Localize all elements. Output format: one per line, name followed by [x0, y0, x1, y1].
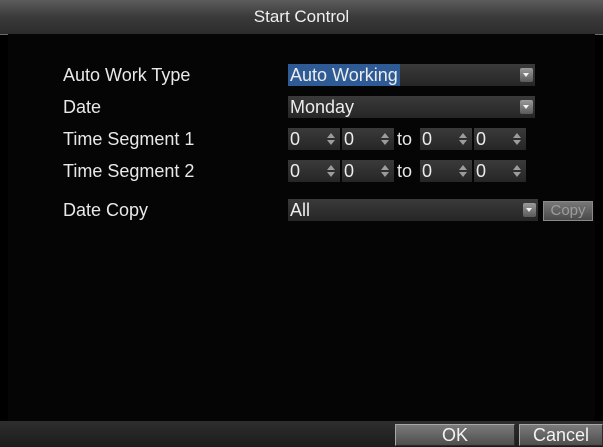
spinner-value: 0: [344, 161, 355, 181]
date-copy-label: Date Copy: [63, 200, 149, 220]
segment-1-start-hour-spinner[interactable]: 0: [288, 128, 340, 150]
spinner-value: 0: [476, 161, 487, 181]
start-control-dialog: Start Control Auto Work Type Auto Workin…: [0, 0, 603, 447]
copy-button[interactable]: Copy: [543, 201, 593, 221]
spinner-value: 0: [476, 129, 487, 149]
date-copy-value: All: [290, 200, 311, 220]
footer-bar: OK Cancel: [0, 421, 603, 447]
spin-arrows-icon[interactable]: [513, 163, 523, 179]
chevron-down-icon[interactable]: [520, 100, 533, 114]
segment-2-start-minute-spinner[interactable]: 0: [342, 160, 394, 182]
spinner-value: 0: [422, 161, 433, 181]
dialog-title: Start Control: [0, 0, 603, 35]
spin-arrows-icon[interactable]: [381, 163, 391, 179]
spinner-value: 0: [290, 161, 301, 181]
spinner-value: 0: [344, 129, 355, 149]
time-segment-1-row: Time Segment 1 0 0 to 0 0: [8, 126, 595, 152]
date-copy-row: Date Copy All Copy: [8, 197, 595, 223]
spin-arrows-icon[interactable]: [459, 163, 469, 179]
segment-2-start-hour-spinner[interactable]: 0: [288, 160, 340, 182]
chevron-down-icon[interactable]: [523, 203, 536, 217]
spinner-value: 0: [290, 129, 301, 149]
spin-arrows-icon[interactable]: [327, 163, 337, 179]
time-segment-2-row: Time Segment 2 0 0 to 0 0: [8, 158, 595, 184]
segment-2-end-minute-spinner[interactable]: 0: [474, 160, 526, 182]
date-label: Date: [63, 97, 102, 117]
ok-button[interactable]: OK: [395, 424, 515, 446]
chevron-down-icon[interactable]: [520, 68, 533, 82]
to-separator: to: [397, 129, 413, 149]
spin-arrows-icon[interactable]: [459, 131, 469, 147]
date-copy-select[interactable]: All: [288, 199, 538, 221]
segment-1-end-minute-spinner[interactable]: 0: [474, 128, 526, 150]
time-segment-2-label: Time Segment 2: [63, 161, 195, 181]
spin-arrows-icon[interactable]: [327, 131, 337, 147]
cancel-button[interactable]: Cancel: [519, 424, 603, 446]
date-select[interactable]: Monday: [288, 96, 535, 118]
auto-work-type-label: Auto Work Type: [63, 65, 191, 85]
auto-work-type-select[interactable]: Auto Working: [288, 64, 535, 86]
spin-arrows-icon[interactable]: [381, 131, 391, 147]
date-row: Date Monday: [8, 94, 595, 120]
spin-arrows-icon[interactable]: [513, 131, 523, 147]
auto-work-type-row: Auto Work Type Auto Working: [8, 62, 595, 88]
auto-work-type-value: Auto Working: [288, 64, 400, 86]
dialog-body: Auto Work Type Auto Working Date Monday …: [8, 34, 595, 421]
segment-1-start-minute-spinner[interactable]: 0: [342, 128, 394, 150]
time-segment-1-label: Time Segment 1: [63, 129, 195, 149]
segment-1-end-hour-spinner[interactable]: 0: [420, 128, 472, 150]
date-value: Monday: [290, 97, 355, 117]
spinner-value: 0: [422, 129, 433, 149]
segment-2-end-hour-spinner[interactable]: 0: [420, 160, 472, 182]
to-separator: to: [397, 161, 413, 181]
